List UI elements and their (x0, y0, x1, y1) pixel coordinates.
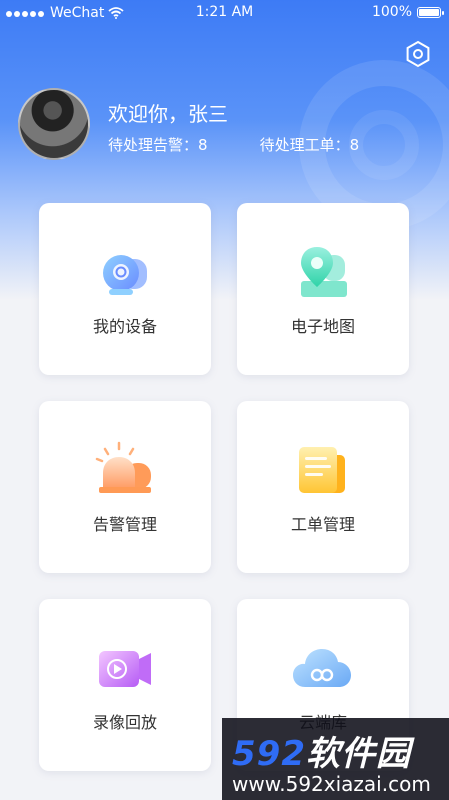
menu-card-label: 录像回放 (92, 713, 157, 732)
cloud-icon (293, 649, 351, 687)
menu-card-label: 告警管理 (92, 515, 157, 534)
status-bar: WeChat 1:21 AM 100% (0, 0, 449, 26)
menu-card-alarm-management[interactable]: 告警管理 (39, 401, 211, 573)
menu-card-label: 我的设备 (92, 317, 157, 336)
watermark-brand-number: 592 (232, 734, 306, 774)
video-playback-icon (99, 651, 151, 687)
settings-button[interactable] (404, 40, 432, 68)
settings-hexagon-icon (406, 40, 430, 68)
menu-card-electronic-map[interactable]: 电子地图 (237, 203, 409, 375)
pending-stats: 待处理告警：8 待处理工单：8 (108, 134, 359, 155)
welcome-text: 欢迎你，张三 (108, 102, 228, 126)
watermark-url: www.592xiazai.com (232, 772, 431, 796)
pending-orders-label: 待处理工单： (259, 136, 350, 154)
camera-icon (103, 255, 147, 295)
document-icon (299, 447, 345, 493)
avatar[interactable] (18, 88, 90, 160)
pending-orders-count: 8 (349, 136, 360, 154)
pending-alarms[interactable]: 待处理告警：8 (108, 136, 208, 154)
menu-card-label: 工单管理 (290, 515, 355, 534)
menu-card-label: 电子地图 (290, 317, 355, 336)
pending-orders[interactable]: 待处理工单：8 (260, 136, 360, 154)
pending-alarms-count: 8 (198, 136, 208, 154)
alarm-siren-icon (95, 441, 151, 493)
map-pin-icon (301, 247, 347, 297)
pending-alarms-label: 待处理告警： (108, 136, 199, 154)
user-profile: 欢迎你，张三 待处理告警：8 待处理工单：8 (18, 88, 438, 168)
watermark-brand: 592软件园 (232, 726, 411, 775)
menu-card-work-order-management[interactable]: 工单管理 (237, 401, 409, 573)
menu-card-my-devices[interactable]: 我的设备 (39, 203, 211, 375)
watermark-brand-text: 软件园 (305, 734, 411, 774)
battery-percent: 100% (371, 4, 412, 20)
menu-card-video-playback[interactable]: 录像回放 (39, 599, 211, 771)
watermark-overlay: 592软件园 www.592xiazai.com (222, 718, 449, 800)
battery-icon (417, 6, 444, 18)
